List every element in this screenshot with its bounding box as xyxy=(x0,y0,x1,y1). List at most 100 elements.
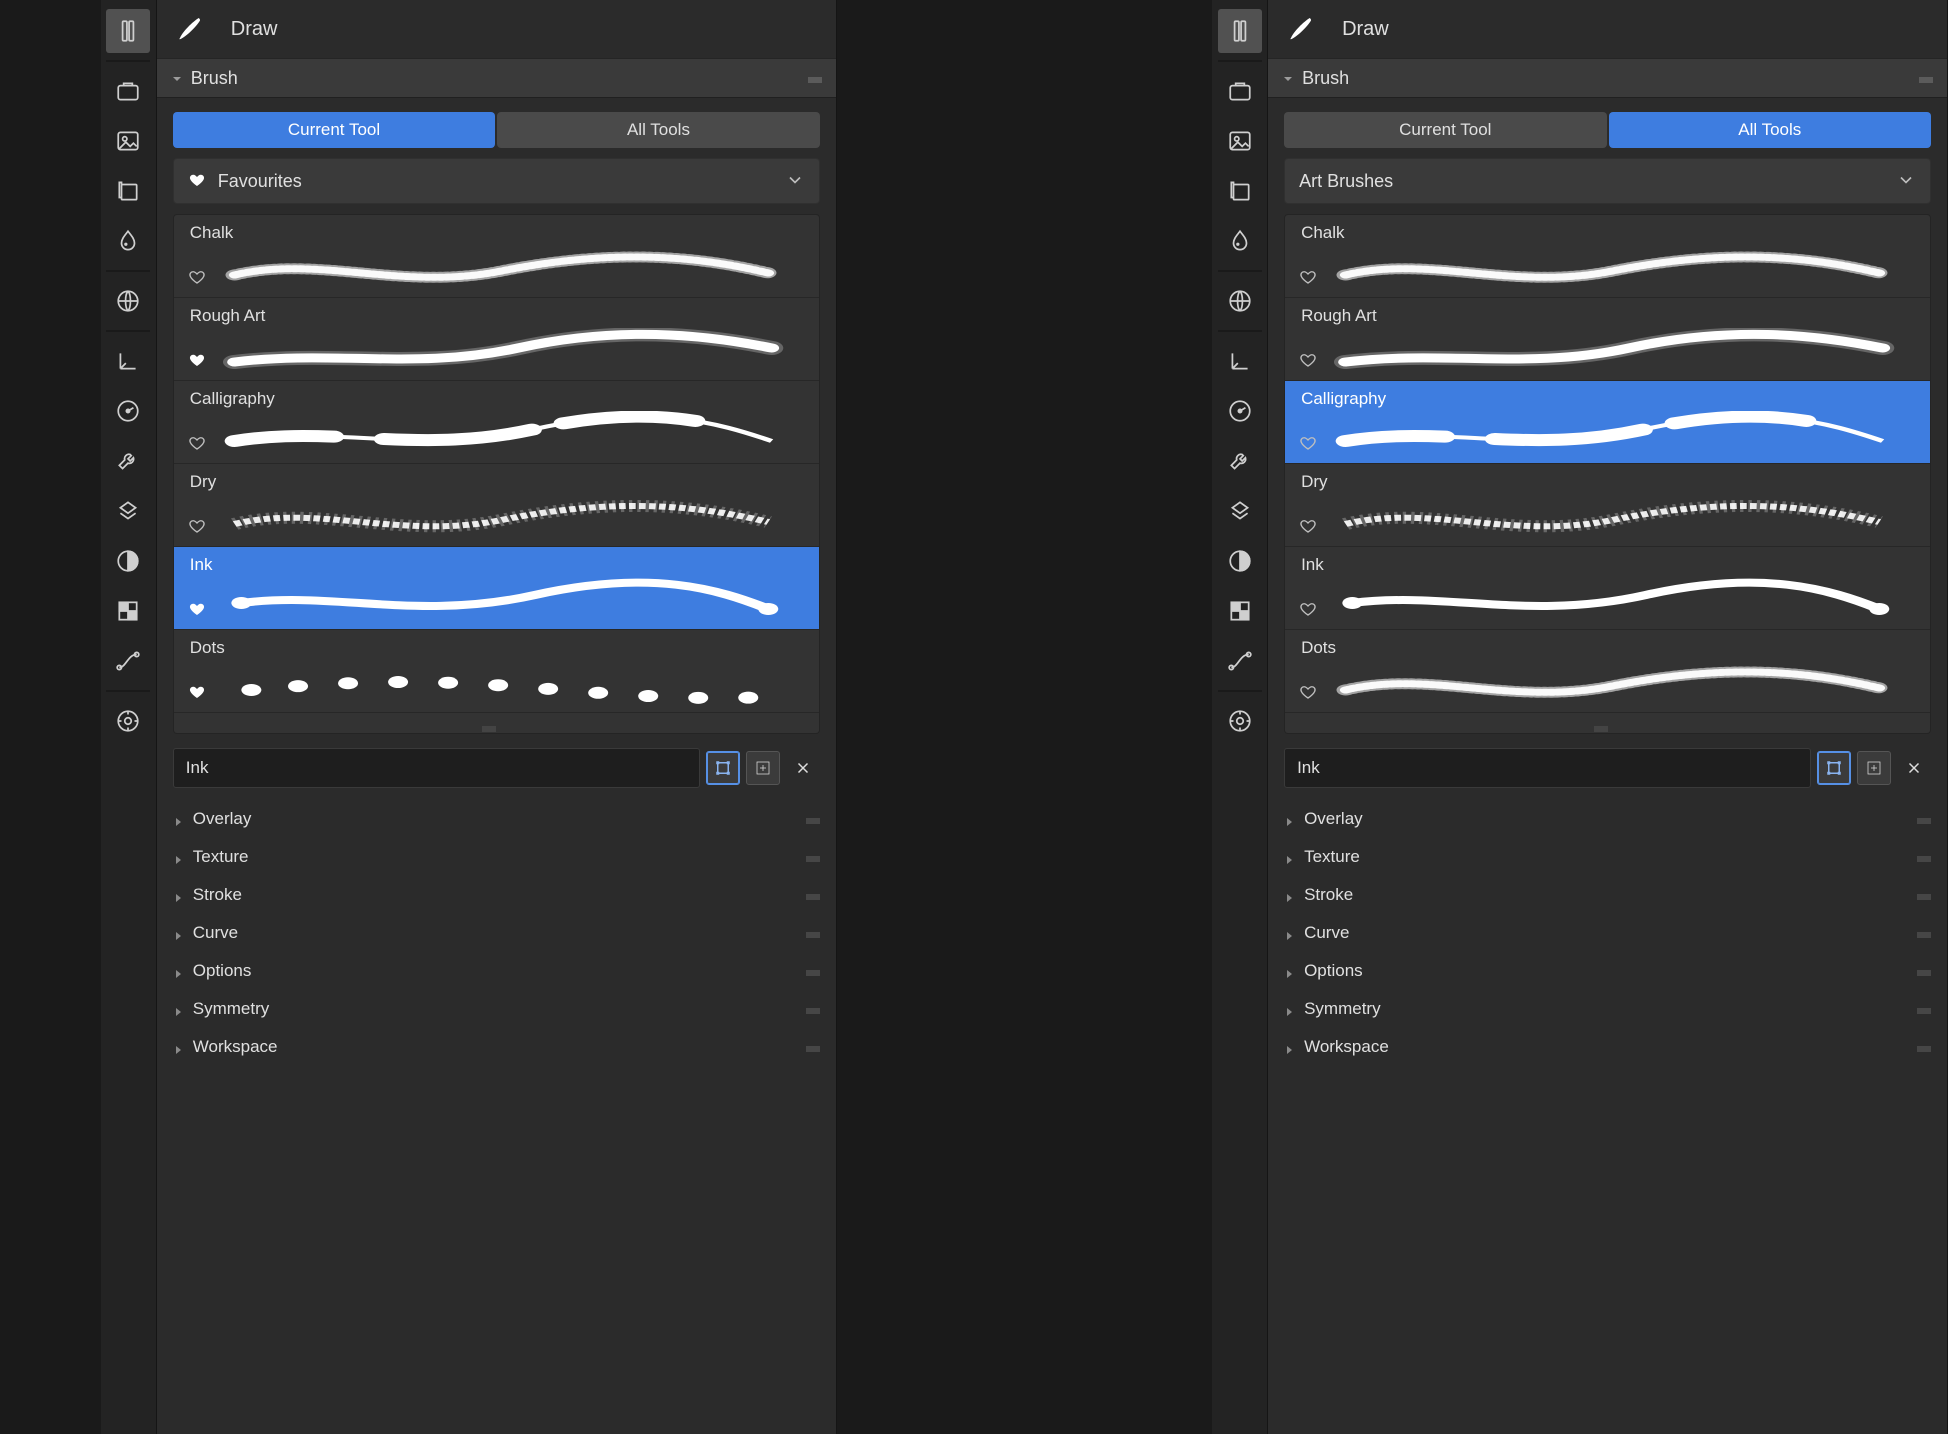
brush-item[interactable]: Chalk xyxy=(1285,215,1930,298)
droplet-icon[interactable] xyxy=(1218,219,1262,263)
radial-icon[interactable] xyxy=(106,699,150,743)
grip-icon[interactable] xyxy=(1917,963,1931,979)
axes-icon[interactable] xyxy=(106,339,150,383)
briefcase-icon[interactable] xyxy=(1218,69,1262,113)
tab-all-tools[interactable]: All Tools xyxy=(1609,112,1931,148)
tab-current-tool[interactable]: Current Tool xyxy=(1284,112,1606,148)
brush-item[interactable]: Rough Art xyxy=(1285,298,1930,381)
favourite-toggle[interactable] xyxy=(1299,434,1317,455)
section-options[interactable]: Options xyxy=(157,952,836,990)
tab-current-tool[interactable]: Current Tool xyxy=(173,112,495,148)
brush-item[interactable]: Dry xyxy=(174,464,819,547)
section-symmetry[interactable]: Symmetry xyxy=(157,990,836,1028)
favourite-toggle[interactable] xyxy=(188,351,206,372)
brush-item[interactable]: Ink xyxy=(174,547,819,630)
section-curve[interactable]: Curve xyxy=(157,914,836,952)
brush-name-input[interactable] xyxy=(1284,748,1811,788)
section-texture[interactable]: Texture xyxy=(157,838,836,876)
section-overlay[interactable]: Overlay xyxy=(1268,800,1947,838)
favourite-toggle[interactable] xyxy=(188,434,206,455)
brush-name-input[interactable] xyxy=(173,748,700,788)
favourite-toggle[interactable] xyxy=(188,268,206,289)
grip-icon[interactable] xyxy=(1917,849,1931,865)
grip-icon[interactable] xyxy=(806,887,820,903)
section-stroke[interactable]: Stroke xyxy=(157,876,836,914)
grip-icon[interactable] xyxy=(1919,70,1933,86)
favourite-toggle[interactable] xyxy=(1299,351,1317,372)
tab-all-tools[interactable]: All Tools xyxy=(497,112,819,148)
favourite-toggle[interactable] xyxy=(188,600,206,621)
wrench-icon[interactable] xyxy=(106,439,150,483)
resize-handle[interactable] xyxy=(174,713,819,733)
diagram-icon[interactable] xyxy=(106,489,150,533)
resize-handle[interactable] xyxy=(1285,713,1930,733)
gallery-icon[interactable] xyxy=(1218,169,1262,213)
curve-tool-icon[interactable] xyxy=(106,639,150,683)
section-workspace[interactable]: Workspace xyxy=(1268,1028,1947,1066)
brush-category-dropdown[interactable]: Art Brushes xyxy=(1284,158,1931,204)
section-stroke[interactable]: Stroke xyxy=(1268,876,1947,914)
grip-icon[interactable] xyxy=(806,1039,820,1055)
grip-icon[interactable] xyxy=(806,849,820,865)
section-options[interactable]: Options xyxy=(1268,952,1947,990)
tool-active-icon[interactable] xyxy=(1218,9,1262,53)
contrast-icon[interactable] xyxy=(106,539,150,583)
close-icon[interactable] xyxy=(786,751,820,785)
checker-icon[interactable] xyxy=(106,589,150,633)
gallery-icon[interactable] xyxy=(106,169,150,213)
grip-icon[interactable] xyxy=(806,925,820,941)
favourite-toggle[interactable] xyxy=(1299,683,1317,704)
brush-section-header[interactable]: Brush xyxy=(157,58,836,98)
globe-icon[interactable] xyxy=(1218,279,1262,323)
brush-item[interactable]: Ink xyxy=(1285,547,1930,630)
brush-item[interactable]: Rough Art xyxy=(174,298,819,381)
brush-item[interactable]: Calligraphy xyxy=(174,381,819,464)
brush-section-header[interactable]: Brush xyxy=(1268,58,1947,98)
favourite-toggle[interactable] xyxy=(1299,268,1317,289)
curve-tool-icon[interactable] xyxy=(1218,639,1262,683)
section-workspace[interactable]: Workspace xyxy=(157,1028,836,1066)
grip-icon[interactable] xyxy=(1917,1001,1931,1017)
brush-item[interactable]: Chalk xyxy=(174,215,819,298)
bounds-icon[interactable] xyxy=(1817,751,1851,785)
grip-icon[interactable] xyxy=(1917,811,1931,827)
add-icon[interactable] xyxy=(1857,751,1891,785)
grip-icon[interactable] xyxy=(1917,1039,1931,1055)
brush-item[interactable]: Dots xyxy=(174,630,819,713)
favourite-toggle[interactable] xyxy=(1299,517,1317,538)
brush-item[interactable]: Dry xyxy=(1285,464,1930,547)
section-texture[interactable]: Texture xyxy=(1268,838,1947,876)
favourite-toggle[interactable] xyxy=(188,517,206,538)
grip-icon[interactable] xyxy=(1917,925,1931,941)
favourite-toggle[interactable] xyxy=(1299,600,1317,621)
contrast-icon[interactable] xyxy=(1218,539,1262,583)
grip-icon[interactable] xyxy=(806,963,820,979)
checker-icon[interactable] xyxy=(1218,589,1262,633)
radial-icon[interactable] xyxy=(1218,699,1262,743)
briefcase-icon[interactable] xyxy=(106,69,150,113)
droplet-icon[interactable] xyxy=(106,219,150,263)
wrench-icon[interactable] xyxy=(1218,439,1262,483)
grip-icon[interactable] xyxy=(1917,887,1931,903)
grip-icon[interactable] xyxy=(806,1001,820,1017)
image-icon[interactable] xyxy=(106,119,150,163)
globe-icon[interactable] xyxy=(106,279,150,323)
gauge-icon[interactable] xyxy=(106,389,150,433)
section-overlay[interactable]: Overlay xyxy=(157,800,836,838)
bounds-icon[interactable] xyxy=(706,751,740,785)
section-symmetry[interactable]: Symmetry xyxy=(1268,990,1947,1028)
add-icon[interactable] xyxy=(746,751,780,785)
grip-icon[interactable] xyxy=(806,811,820,827)
brush-category-dropdown[interactable]: Favourites xyxy=(173,158,820,204)
image-icon[interactable] xyxy=(1218,119,1262,163)
gauge-icon[interactable] xyxy=(1218,389,1262,433)
favourite-toggle[interactable] xyxy=(188,683,206,704)
close-icon[interactable] xyxy=(1897,751,1931,785)
brush-item[interactable]: Calligraphy xyxy=(1285,381,1930,464)
grip-icon[interactable] xyxy=(808,70,822,86)
tool-active-icon[interactable] xyxy=(106,9,150,53)
diagram-icon[interactable] xyxy=(1218,489,1262,533)
brush-item[interactable]: Dots xyxy=(1285,630,1930,713)
section-curve[interactable]: Curve xyxy=(1268,914,1947,952)
axes-icon[interactable] xyxy=(1218,339,1262,383)
